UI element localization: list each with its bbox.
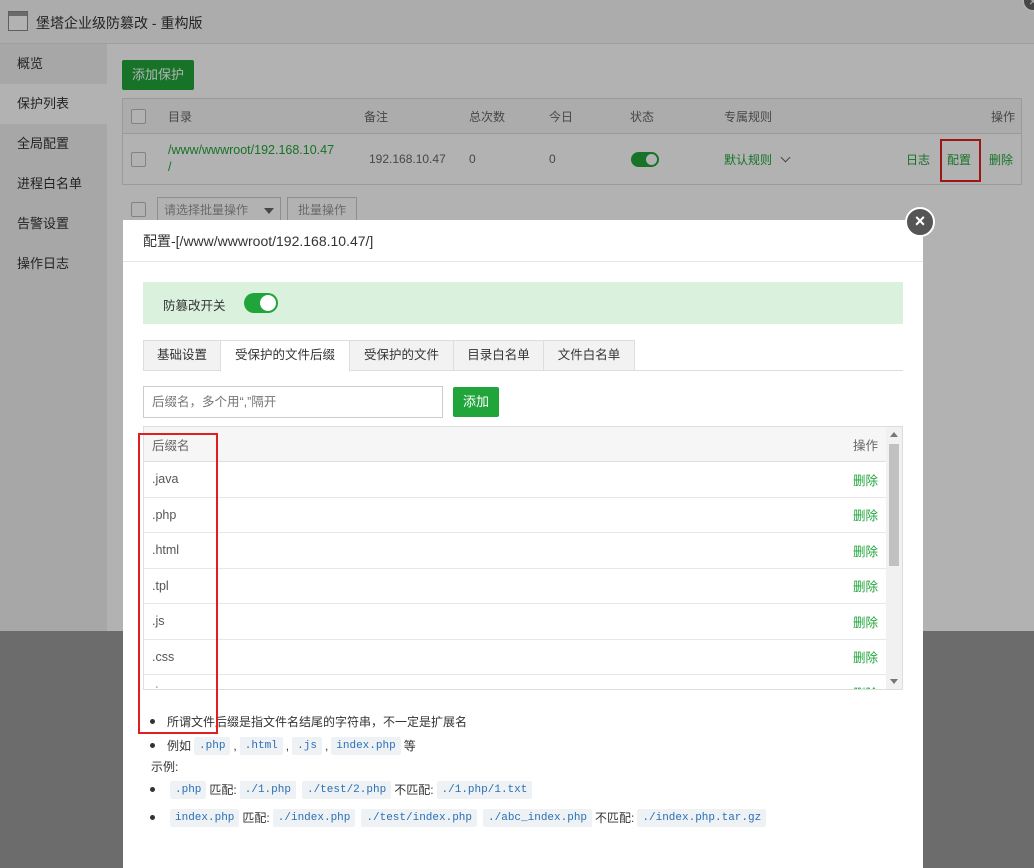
note-example: 例如 .php, .html, .js, index.php 等 (147, 734, 887, 758)
note-definition: 所谓文件后缀是指文件名结尾的字符串，不一定是扩展名 (147, 710, 887, 734)
code-snippet: index.php (170, 809, 240, 827)
bullet-icon (150, 815, 155, 820)
scroll-thumb[interactable] (889, 444, 899, 566)
tamper-switch-label: 防篡改开关 (163, 299, 226, 313)
list-item: .css 删除 (144, 640, 902, 675)
nomatch-label: 不匹配: (394, 783, 434, 797)
nomatch-label: 不匹配: (595, 811, 635, 825)
list-item: .j 删除 (144, 675, 902, 689)
tamper-switch-row: 防篡改开关 (143, 282, 903, 324)
suffix-delete-link[interactable]: 删除 (853, 640, 878, 675)
suffix-delete-link[interactable]: 删除 (853, 462, 878, 497)
list-item: .tpl 删除 (144, 569, 902, 604)
code-snippet: .php (170, 781, 207, 799)
code-snippet: .js (292, 737, 322, 755)
tab-protected-suffix[interactable]: 受保护的文件后缀 (220, 340, 350, 372)
code-snippet: ./index.php (272, 809, 356, 827)
suffix-input[interactable] (143, 386, 443, 418)
scroll-up-arrow-icon[interactable] (890, 432, 898, 437)
suffix-delete-link[interactable]: 删除 (853, 569, 878, 604)
tamper-switch-toggle[interactable] (244, 293, 278, 313)
match-label: 匹配: (209, 783, 237, 797)
note-examples-label: 示例: (147, 758, 887, 776)
bullet-icon (150, 787, 155, 792)
dialog-close-icon[interactable]: × (905, 207, 935, 237)
help-notes: 所谓文件后缀是指文件名结尾的字符串，不一定是扩展名 例如 .php, .html,… (147, 710, 887, 832)
scroll-down-arrow-icon[interactable] (890, 679, 898, 684)
code-snippet: ./index.php.tar.gz (637, 809, 767, 827)
tab-dir-whitelist[interactable]: 目录白名单 (453, 340, 544, 371)
code-snippet: ./1.php (239, 781, 296, 799)
bullet-icon (150, 743, 155, 748)
suffix-delete-link[interactable]: 删除 (853, 498, 878, 533)
tab-protected-files[interactable]: 受保护的文件 (349, 340, 454, 371)
list-item: .html 删除 (144, 533, 902, 569)
separator: , (285, 739, 290, 753)
highlight-box-suffix-column (138, 433, 218, 734)
dialog-tabs: 基础设置 受保护的文件后缀 受保护的文件 目录白名单 文件白名单 (143, 340, 903, 372)
suffix-header-op: 操作 (852, 438, 878, 453)
suffix-list: 后缀名 操作 .java 删除 .php 删除 .html 删除 .tpl 删除… (143, 426, 903, 690)
suffix-list-scrollbar[interactable] (886, 427, 902, 689)
dialog-title: 配置-[/www/wwwroot/192.168.10.47/] (123, 220, 923, 262)
match-label: 匹配: (242, 811, 270, 825)
examples-label: 示例: (151, 760, 179, 774)
config-dialog: 配置-[/www/wwwroot/192.168.10.47/] 防篡改开关 基… (123, 220, 923, 868)
list-item: .js 删除 (144, 604, 902, 640)
separator: , (324, 739, 329, 753)
code-snippet: index.php (331, 737, 401, 755)
tab-file-whitelist[interactable]: 文件白名单 (543, 340, 635, 371)
note-example-2: index.php 匹配: ./index.php ./test/index.p… (147, 804, 887, 832)
suffix-delete-link[interactable]: 删除 (853, 675, 878, 689)
note-example-1: .php 匹配: ./1.php ./test/2.php 不匹配: ./1.p… (147, 776, 887, 804)
code-snippet: .php (194, 737, 231, 755)
list-item: .php 删除 (144, 498, 902, 533)
add-suffix-button[interactable]: 添加 (453, 387, 499, 417)
separator: , (233, 739, 237, 753)
note-example-prefix: 例如 (167, 739, 192, 753)
suffix-delete-link[interactable]: 删除 (853, 533, 878, 568)
code-snippet: ./test/index.php (361, 809, 478, 827)
note-example-suffix: 等 (403, 739, 416, 753)
code-snippet: ./abc_index.php (483, 809, 593, 827)
code-snippet: .html (239, 737, 283, 755)
code-snippet: ./test/2.php (301, 781, 392, 799)
code-snippet: ./1.php/1.txt (436, 781, 533, 799)
suffix-list-header: 后缀名 操作 (144, 427, 902, 462)
list-item: .java 删除 (144, 462, 902, 498)
tab-basic-settings[interactable]: 基础设置 (143, 340, 221, 371)
suffix-delete-link[interactable]: 删除 (853, 604, 878, 639)
